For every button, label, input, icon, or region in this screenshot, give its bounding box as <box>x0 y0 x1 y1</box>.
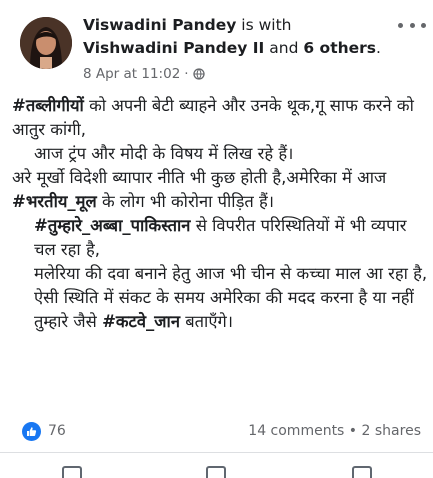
tagged-name[interactable]: Vishwadini Pandey II <box>83 39 264 57</box>
separator: · <box>184 66 189 82</box>
more-options-button[interactable] <box>398 18 426 32</box>
others-link[interactable]: 6 others <box>303 39 376 57</box>
engagement-stats: 14 comments • 2 shares <box>248 423 421 439</box>
like-button-icon[interactable] <box>62 466 82 478</box>
comment-button-icon[interactable] <box>206 466 226 478</box>
like-count[interactable]: 76 <box>48 423 66 439</box>
author-avatar[interactable] <box>20 17 72 69</box>
globe-icon <box>192 68 205 80</box>
and-text: and <box>269 39 299 57</box>
hashtag-link[interactable]: #तब्लीगीयों <box>12 96 84 115</box>
paragraph-3: अरे मूर्खो विदेशी ब्यापार नीति भी कुछ हो… <box>12 168 387 211</box>
hashtag-link[interactable]: #भरतीय_मूल <box>12 192 97 211</box>
shares-count[interactable]: 2 shares <box>362 423 421 439</box>
timestamp[interactable]: 8 Apr at 11:02 <box>83 66 180 82</box>
with-text: is with <box>241 16 292 34</box>
thumbs-up-icon <box>27 427 37 436</box>
period: . <box>376 39 381 57</box>
paragraph-5: मलेरिया की दवा बनाने हेतु आज भी चीन से क… <box>34 264 428 331</box>
avatar-photo <box>20 17 72 69</box>
paragraph-2: आज ट्रंप और मोदी के विषय में लिख रहे हैं… <box>34 144 294 163</box>
post-text: #तब्लीगीयों को अपनी बेटी ब्याहने और उनके… <box>12 94 428 334</box>
more-options-icon <box>398 22 403 28</box>
post-meta: 8 Apr at 11:02 · <box>83 66 205 82</box>
action-bar <box>0 456 433 478</box>
hashtag-link[interactable]: #तुम्हारे_अब्बा_पाकिस्तान <box>34 216 190 235</box>
paragraph-1: #तब्लीगीयों को अपनी बेटी ब्याहने और उनके… <box>12 96 414 139</box>
share-button-icon[interactable] <box>352 466 372 478</box>
post-header: Viswadini Pandey is with Vishwadini Pand… <box>0 0 433 92</box>
footer-divider <box>0 452 433 453</box>
paragraph-4: #तुम्हारे_अब्बा_पाकिस्तान से विपरीत परिस… <box>34 216 407 259</box>
post-footer: 76 14 comments • 2 shares <box>0 414 433 444</box>
like-reaction-icon[interactable] <box>22 422 41 441</box>
author-line: Viswadini Pandey is with Vishwadini Pand… <box>83 14 383 60</box>
author-name[interactable]: Viswadini Pandey <box>83 16 236 34</box>
comments-count[interactable]: 14 comments <box>248 423 344 439</box>
hashtag-link[interactable]: #कटवे_जान <box>102 312 180 331</box>
